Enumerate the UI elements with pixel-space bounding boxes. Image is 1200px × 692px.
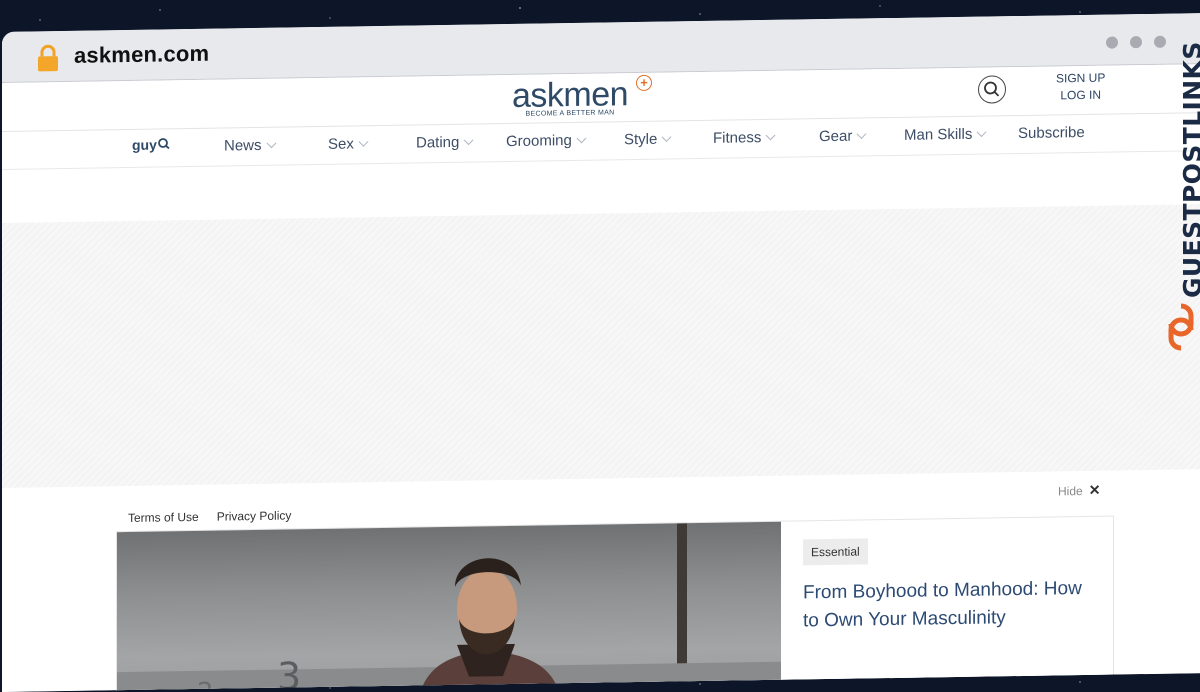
nav-label: Man Skills (904, 125, 973, 144)
nav-item-style[interactable]: Style (624, 130, 672, 149)
search-button[interactable] (978, 75, 1006, 104)
logo-tagline: BECOME A BETTER MAN (525, 109, 615, 118)
guestpostlinks-watermark: GUESTPOSTLINKS (1158, 41, 1200, 360)
nav-item-gear[interactable]: Gear (819, 127, 867, 146)
search-icon (157, 138, 170, 150)
nav-item-subscribe[interactable]: Subscribe (1018, 124, 1085, 142)
chevron-down-icon (463, 135, 474, 146)
auth-links: SIGN UP LOG IN (1056, 70, 1105, 105)
window-controls (1106, 35, 1166, 49)
chevron-down-icon (856, 129, 867, 139)
guy-logo-text: guy (132, 136, 157, 153)
nav-label: Fitness (713, 129, 762, 147)
hide-label: Hide (1058, 483, 1083, 498)
close-icon: ✕ (1088, 481, 1101, 498)
hide-ad-button[interactable]: Hide ✕ (1058, 482, 1100, 500)
terms-link[interactable]: Terms of Use (128, 510, 199, 525)
chevron-down-icon (765, 130, 776, 141)
svg-text:3: 3 (277, 654, 301, 692)
search-icon (984, 81, 1000, 97)
article-headline[interactable]: From Boyhood to Manhood: How to Own Your… (803, 575, 1093, 636)
brand-text: GUESTPOSTLINKS (1178, 41, 1200, 298)
bearded-man-photo: 3 2 (117, 523, 781, 692)
nav-item-dating[interactable]: Dating (416, 133, 474, 152)
chevron-down-icon (358, 136, 369, 147)
web-page: askmen + BECOME A BETTER MAN SIGN UP LOG… (2, 63, 1200, 692)
chevron-down-icon (266, 138, 276, 149)
nav-label: Subscribe (1018, 123, 1085, 143)
log-in-link[interactable]: LOG IN (1056, 87, 1105, 105)
askmen-logo[interactable]: askmen + BECOME A BETTER MAN (512, 74, 652, 118)
chevron-down-icon (976, 127, 987, 138)
nav-label: Sex (328, 135, 354, 153)
nav-label: Style (624, 130, 658, 149)
chevron-down-icon (661, 132, 672, 143)
nav-label: Gear (819, 127, 853, 146)
browser-window: askmen.com askmen + BECOME A BETTER MAN … (2, 12, 1200, 692)
window-dot-icon[interactable] (1154, 35, 1166, 48)
nav-item-sex[interactable]: Sex (328, 135, 369, 153)
window-dot-icon[interactable] (1106, 36, 1118, 49)
chevron-down-icon (576, 133, 587, 144)
footer-links: Terms of Use Privacy Policy (128, 508, 291, 525)
nav-item-news[interactable]: News (224, 136, 276, 155)
privacy-link[interactable]: Privacy Policy (217, 508, 292, 523)
featured-photo[interactable]: 3 2 (117, 521, 781, 692)
category-badge[interactable]: Essential (803, 538, 868, 566)
nav-label: News (224, 136, 262, 155)
link-icon (1168, 303, 1194, 351)
url-text[interactable]: askmen.com (74, 41, 209, 69)
guy-logo[interactable]: guy (132, 136, 171, 153)
logo-word: askmen (512, 75, 629, 115)
featured-article[interactable]: 3 2 Essential From Boyhood to Manhood: H… (116, 515, 1114, 692)
window-dot-icon[interactable] (1130, 36, 1142, 49)
plus-icon: + (636, 74, 652, 92)
nav-item-fitness[interactable]: Fitness (713, 129, 776, 147)
nav-label: Dating (416, 133, 460, 152)
nav-item-man-skills[interactable]: Man Skills (904, 125, 987, 144)
lock-icon (38, 44, 58, 72)
nav-label: Grooming (506, 132, 572, 151)
nav-item-grooming[interactable]: Grooming (506, 132, 587, 151)
ad-placeholder (2, 203, 1200, 488)
featured-text: Essential From Boyhood to Manhood: How t… (803, 535, 1093, 636)
svg-text:2: 2 (197, 678, 214, 692)
sign-up-link[interactable]: SIGN UP (1056, 70, 1105, 88)
